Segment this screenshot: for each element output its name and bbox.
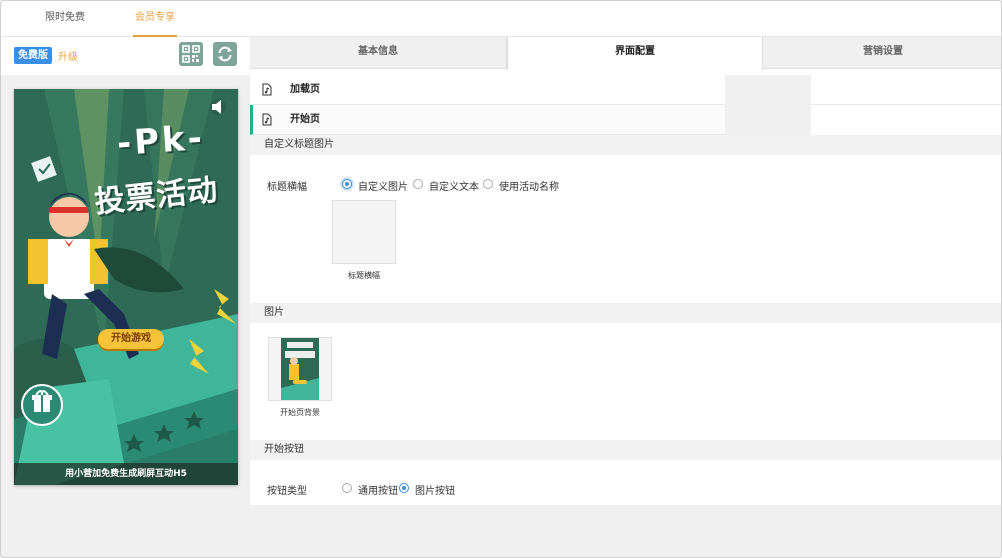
refresh-icon [218,46,232,62]
tab-basic-info[interactable]: 基本信息 [250,37,507,69]
refresh-button[interactable] [213,42,237,66]
page-list-filler [811,105,1001,135]
free-version-badge: 免费版 [14,47,52,64]
radio-dot [399,483,409,493]
tab-member-exclusive[interactable]: 会员专享 [133,1,177,37]
section-header-image: 图片 [250,303,1001,323]
page-item-label: 加载页 [290,84,320,95]
start-page-bg-thumbnail [281,338,319,400]
tab-ui-config[interactable]: 界面配置 [507,37,763,70]
tab-limited-free[interactable]: 限时免费 [37,1,93,37]
start-page-bg-upload[interactable] [268,337,332,401]
page-item-start[interactable]: 开始页 [250,105,725,135]
radio-dot [413,179,423,189]
qrcode-button[interactable] [179,42,203,66]
phone-preview: -Pk- 投票活动 开始游戏 用小营加免费生成刷屏互动H5 [14,89,238,485]
panel-footer-area [250,505,1001,557]
tab-marketing-settings[interactable]: 营销设置 [763,37,1001,69]
config-tabs: 基本信息 界面配置 营销设置 [250,37,1001,70]
radio-label: 通用按钮 [358,486,398,497]
section-header-start-button: 开始按钮 [250,440,1001,460]
title-banner-label: 标题横幅 [267,182,307,193]
upgrade-link[interactable]: 升级 [58,48,78,63]
radio-custom-image[interactable]: 自定义图片 [342,178,408,193]
top-tab-bar: 限时免费 会员专享 [1,1,1001,37]
radio-dot [342,179,352,189]
radio-dot [342,483,352,493]
radio-custom-text[interactable]: 自定义文本 [413,178,479,193]
radio-use-activity-name[interactable]: 使用活动名称 [483,178,559,193]
title-banner-caption: 标题横幅 [348,271,380,280]
preview-panel: 免费版 升级 -Pk- 投票活动 开始游戏 用小营加免费生成刷屏互动H5 [1,37,250,557]
preview-toolbar: 免费版 升级 [1,37,250,75]
radio-generic-button[interactable]: 通用按钮 [342,482,398,497]
radio-label: 使用活动名称 [499,182,559,193]
file-music-icon [262,83,272,96]
page-item-loading[interactable]: 加载页 [250,75,725,105]
radio-label: 图片按钮 [415,486,455,497]
file-music-icon [262,113,272,126]
preview-pk-text: -Pk- [115,117,207,165]
preview-caption: 用小营加免费生成刷屏互动H5 [14,463,238,485]
title-banner-upload[interactable] [332,200,396,264]
radio-label: 自定义文本 [429,182,479,193]
start-page-bg-caption: 开始页背景 [280,408,320,417]
page-item-label: 开始页 [290,114,320,125]
radio-label: 自定义图片 [358,182,408,193]
qrcode-icon [182,45,200,63]
preview-start-button: 开始游戏 [98,329,164,349]
page-list-gap [725,75,811,135]
app-window: 限时免费 会员专享 免费版 升级 -Pk- 投票活动 开始游戏 用小营加免费生成… [0,0,1002,558]
radio-dot [483,179,493,189]
button-type-label: 按钮类型 [267,486,307,497]
page-list-filler [811,75,1001,105]
section-header-title-image: 自定义标题图片 [250,135,1001,155]
config-panel: 基本信息 界面配置 营销设置 加载页 开始页 自定义标题图片 标题横幅 自定义图… [250,37,1001,557]
radio-image-button[interactable]: 图片按钮 [399,482,455,497]
